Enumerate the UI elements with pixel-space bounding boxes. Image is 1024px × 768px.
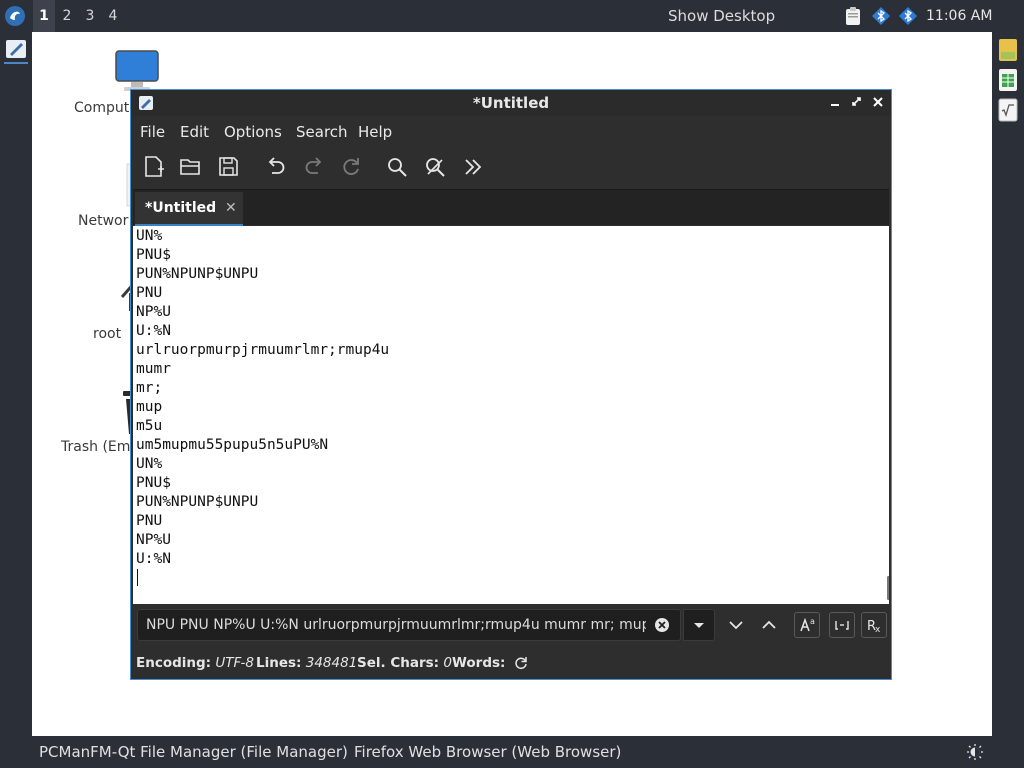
toolbar — [131, 148, 891, 188]
svg-text:x: x — [875, 625, 881, 635]
editor-line: mup — [136, 399, 163, 415]
lines-value: 348481 — [305, 655, 358, 671]
workspace-1[interactable]: 1 — [33, 0, 55, 32]
find-replace-icon[interactable] — [422, 154, 448, 180]
root-label: root — [93, 326, 122, 342]
words-status: Words: — [452, 648, 505, 678]
save-icon[interactable] — [216, 154, 242, 180]
open-folder-icon[interactable] — [178, 154, 204, 180]
text-editor-area[interactable]: UN% PNU$ PUN%NPUNP$UNPU PNU NP%U U:%N ur… — [133, 226, 889, 604]
reload-icon[interactable] — [338, 154, 364, 180]
words-label: Words: — [452, 655, 506, 671]
night-mode-icon[interactable] — [966, 743, 984, 761]
editor-line: NP%U — [136, 304, 171, 320]
text-cursor — [137, 569, 138, 586]
qt-app-icon[interactable] — [998, 38, 1018, 62]
text-editor-window: *Untitled File Edit Options Search Help — [130, 89, 892, 680]
chevron-up-icon[interactable] — [756, 612, 782, 638]
sel-chars-value: 0 — [443, 655, 452, 671]
menu-help[interactable]: Help — [358, 116, 392, 148]
menu-options[interactable]: Options — [224, 116, 282, 148]
taskbar: PCManFM-Qt File Manager (File Manager) F… — [0, 736, 1024, 768]
text-editor-icon[interactable] — [4, 38, 28, 64]
undo-icon[interactable] — [263, 154, 289, 180]
show-desktop-button[interactable]: Show Desktop — [668, 0, 775, 32]
editor-line: PNU — [136, 513, 163, 529]
editor-line: m5u — [136, 418, 163, 434]
trash-label: Trash (Em — [61, 439, 131, 455]
taskbar-item-firefox[interactable]: Firefox Web Browser (Web Browser) — [354, 736, 621, 768]
formula-icon[interactable] — [998, 98, 1018, 122]
search-input[interactable]: NPU PNU NP%U U:%N urlruorpmurpjrmuumrlmr… — [137, 609, 681, 641]
clock[interactable]: 11:06 AM — [926, 0, 992, 32]
refresh-icon[interactable] — [513, 655, 529, 671]
editor-line: U:%N — [136, 323, 171, 339]
editor-line: U:%N — [136, 551, 171, 567]
menu-file[interactable]: File — [140, 116, 165, 148]
tab-bar: *Untitled ✕ — [133, 189, 889, 226]
minimize-icon[interactable] — [828, 94, 844, 110]
bluetooth-icon[interactable] — [898, 6, 918, 26]
new-file-icon[interactable] — [141, 154, 167, 180]
tab-close-icon[interactable]: ✕ — [225, 192, 237, 224]
tab-label: *Untitled — [145, 200, 217, 216]
editor-line: NP%U — [136, 532, 171, 548]
encoding-label: Encoding: — [136, 655, 212, 671]
sel-chars-label: Sel. Chars: — [357, 655, 440, 671]
regex-icon[interactable]: Rx — [861, 612, 887, 638]
redo-icon[interactable] — [301, 154, 327, 180]
window-title: *Untitled — [472, 94, 550, 112]
lines-status: Lines: 348481 — [256, 648, 357, 678]
tab-untitled[interactable]: *Untitled ✕ — [135, 192, 243, 226]
workspace-3[interactable]: 3 — [79, 0, 101, 32]
network-label: Networ — [78, 213, 129, 229]
workspace-2[interactable]: 2 — [56, 0, 78, 32]
whole-word-icon[interactable] — [829, 612, 855, 638]
status-bar: Encoding: UTF-8 Lines: 348481 Sel. Chars… — [131, 648, 891, 678]
menu-edit[interactable]: Edit — [180, 116, 209, 148]
find-icon[interactable] — [384, 154, 410, 180]
bluetooth-icon[interactable] — [871, 6, 891, 26]
editor-line: PNU$ — [136, 247, 171, 263]
svg-text:a: a — [810, 617, 815, 626]
spreadsheet-icon[interactable] — [998, 68, 1018, 92]
match-case-icon[interactable]: a — [794, 612, 820, 638]
editor-line: urlruorpmurpjrmuumrlmr;rmup4u — [136, 342, 390, 358]
go-to-icon[interactable] — [460, 154, 486, 180]
selection-status: Sel. Chars: 0 — [357, 648, 452, 678]
computer-label: Comput — [74, 100, 130, 116]
search-input-text: NPU PNU NP%U U:%N urlruorpmurpjrmuumrlmr… — [146, 617, 646, 633]
editor-line: UN% — [136, 456, 163, 472]
title-bar[interactable]: *Untitled — [131, 90, 891, 116]
clipboard-icon[interactable] — [843, 6, 863, 26]
top-panel: 1 2 3 4 Show Desktop 11:06 AM — [0, 0, 1024, 32]
left-dock — [0, 32, 32, 736]
editor-line: PNU$ — [136, 475, 171, 491]
chevron-down-icon[interactable] — [723, 612, 749, 638]
taskbar-item-file-manager[interactable]: PCManFM-Qt File Manager (File Manager) — [39, 736, 348, 768]
editor-line: PUN%NPUNP$UNPU — [136, 494, 259, 510]
editor-line: UN% — [136, 228, 163, 244]
editor-line: PNU — [136, 285, 163, 301]
start-menu-icon[interactable] — [4, 5, 26, 27]
editor-line: um5mupmu55pupu5n5uPU%N — [136, 437, 329, 453]
menu-bar: File Edit Options Search Help — [131, 116, 891, 146]
encoding-status: Encoding: UTF-8 — [136, 648, 254, 678]
lines-label: Lines: — [256, 655, 302, 671]
workspace-4[interactable]: 4 — [102, 0, 124, 32]
right-dock — [992, 32, 1024, 736]
close-icon[interactable] — [870, 94, 886, 110]
maximize-icon[interactable] — [849, 94, 865, 110]
encoding-value: UTF-8 — [215, 655, 254, 671]
editor-line: mumr — [136, 361, 171, 377]
menu-search[interactable]: Search — [296, 116, 348, 148]
editor-line: PUN%NPUNP$UNPU — [136, 266, 259, 282]
editor-line: mr; — [136, 380, 163, 396]
scrollbar[interactable] — [887, 576, 889, 600]
find-bar: NPU PNU NP%U U:%N urlruorpmurpjrmuumrlmr… — [131, 604, 891, 646]
search-history-dropdown[interactable] — [683, 609, 715, 641]
clear-icon[interactable] — [654, 617, 670, 633]
